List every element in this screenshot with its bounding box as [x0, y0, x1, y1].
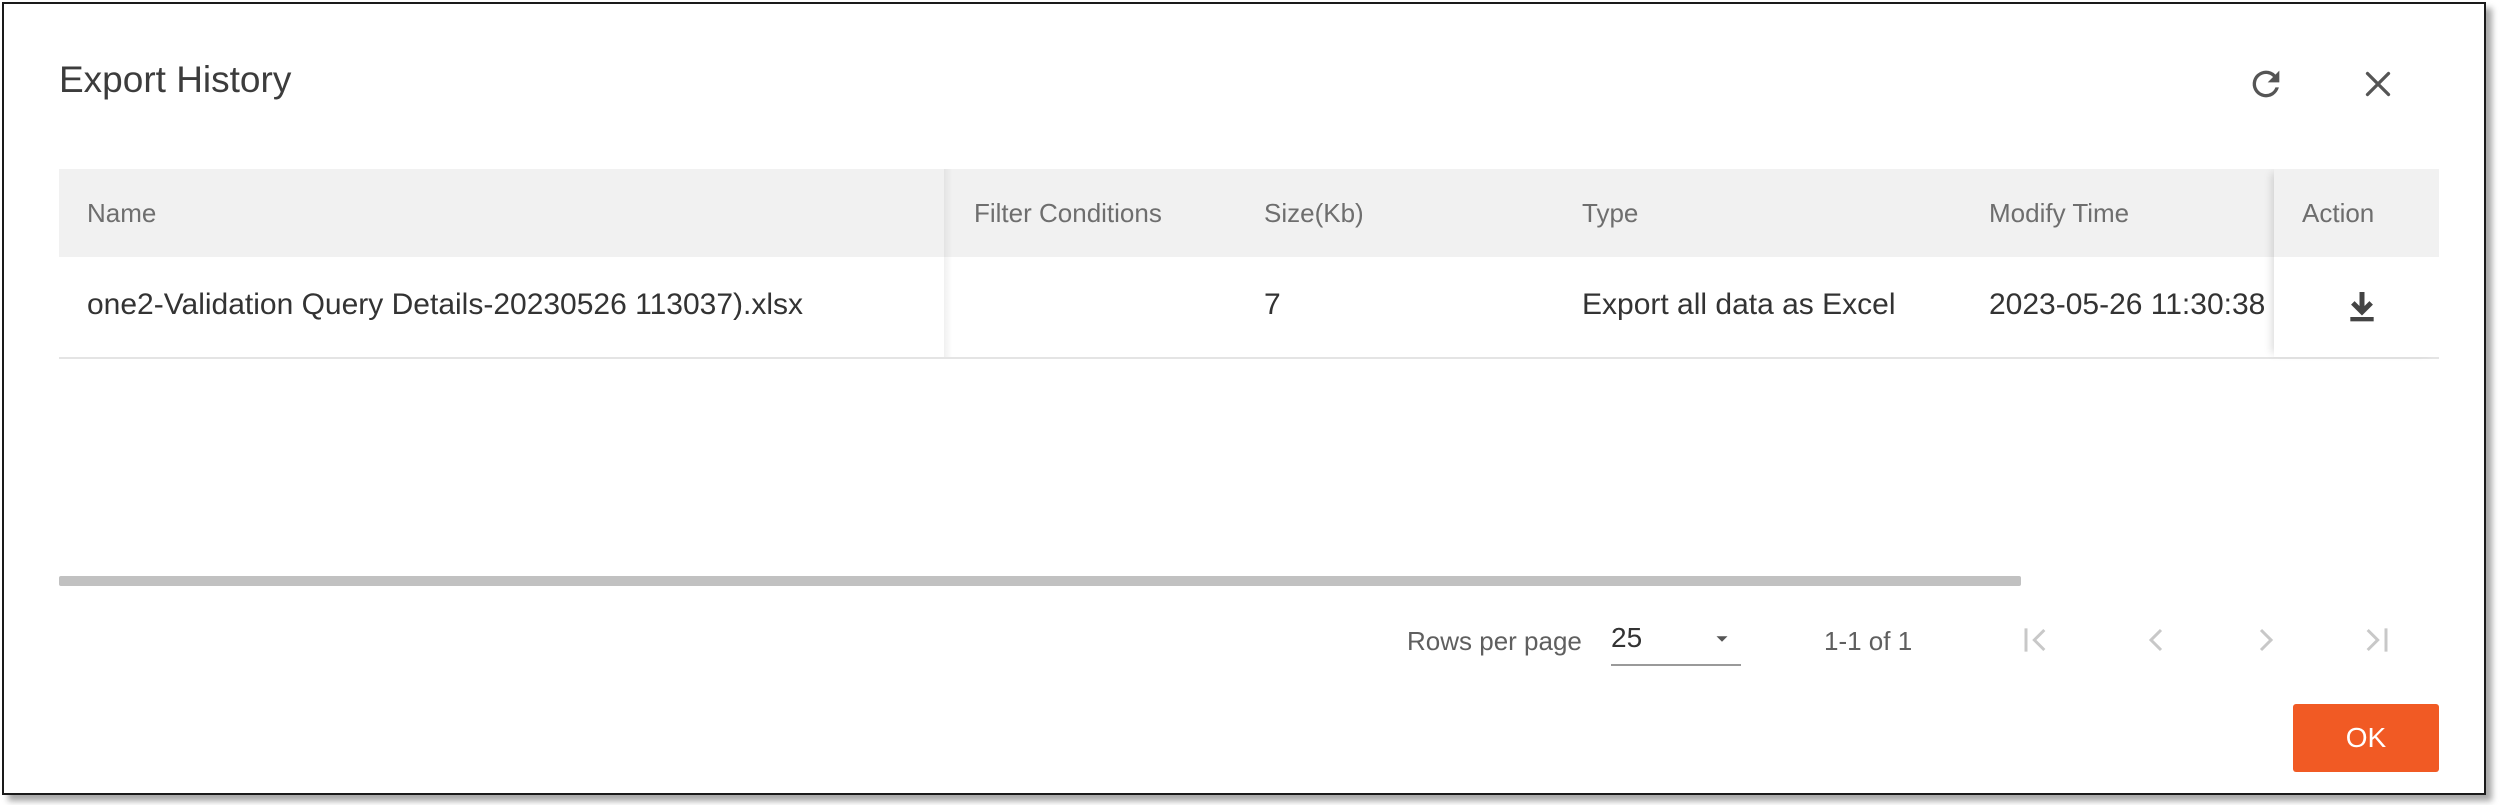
action-column: Action [2274, 169, 2439, 357]
caret-down-icon [1716, 636, 1728, 642]
column-header-action: Action [2274, 169, 2439, 257]
cell-name: one2-Validation Query Details-20230526 1… [87, 288, 804, 321]
previous-page-button[interactable] [2128, 612, 2184, 668]
chevron-left-icon [2148, 628, 2163, 652]
table-row[interactable]: one2-Validation Query Details-20230526 1… [59, 257, 2439, 359]
rows-per-page-select[interactable]: 25 [1611, 614, 1741, 666]
dialog-title: Export History [59, 59, 292, 100]
export-history-dialog: Export History Name Filter Conditions Si… [2, 2, 2486, 795]
pagination-range: 1-1 of 1 [1824, 625, 1913, 656]
download-button[interactable] [2334, 279, 2390, 335]
download-icon [2349, 292, 2374, 322]
last-page-button[interactable] [2348, 612, 2404, 668]
refresh-icon [2252, 70, 2280, 98]
export-history-table: Name Filter Conditions Size(Kb) Type Mod… [59, 169, 2439, 579]
refresh-button[interactable] [2236, 54, 2296, 114]
column-header-filter-conditions[interactable]: Filter Conditions [974, 169, 1162, 257]
column-header-size[interactable]: Size(Kb) [1264, 169, 1364, 257]
close-button[interactable] [2348, 54, 2408, 114]
rows-per-page-label: Rows per page [1407, 625, 1582, 656]
horizontal-scrollbar[interactable] [59, 576, 2021, 586]
rows-per-page-value: 25 [1611, 622, 1643, 653]
cell-type: Export all data as Excel [1582, 288, 1896, 321]
close-icon [2365, 71, 2391, 97]
cell-action [2274, 257, 2439, 357]
cell-size: 7 [1264, 288, 1281, 321]
next-page-button[interactable] [2238, 612, 2294, 668]
column-header-modify-time[interactable]: Modify Time [1989, 169, 2129, 257]
name-column-divider [944, 169, 952, 357]
column-header-name[interactable]: Name [87, 169, 156, 257]
cell-modify-time: 2023-05-26 11:30:38 [1989, 288, 2266, 321]
chevron-right-icon [2259, 628, 2274, 652]
table-header: Name Filter Conditions Size(Kb) Type Mod… [59, 169, 2439, 257]
first-page-button[interactable] [2008, 612, 2064, 668]
last-page-icon [2366, 628, 2388, 652]
first-page-icon [2024, 628, 2046, 652]
ok-button[interactable]: OK [2293, 704, 2439, 772]
column-header-type[interactable]: Type [1582, 169, 1638, 257]
